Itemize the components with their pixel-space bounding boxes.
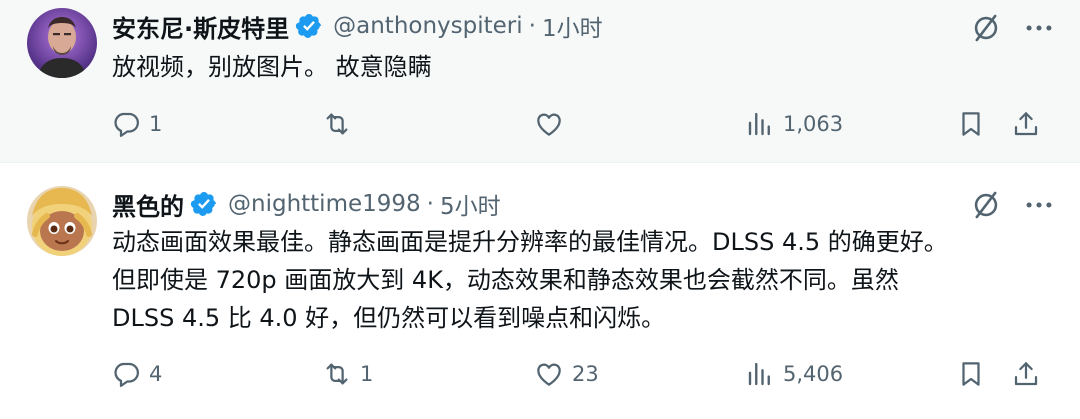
grok-icon[interactable] — [969, 188, 1003, 222]
repost-icon — [322, 109, 352, 139]
author-name[interactable]: 安东尼·斯皮特里 — [112, 9, 289, 44]
post-text-line: 但即使是 720p 画面放大到 4K，动态效果和静态效果也会截然不同。虽然 — [112, 266, 899, 294]
views-count: 1,063 — [783, 112, 844, 136]
reply-icon — [111, 109, 141, 139]
timestamp[interactable]: 1小时 — [542, 9, 603, 43]
views-count: 5,406 — [783, 362, 844, 386]
share-icon — [1011, 109, 1041, 139]
reply-icon — [111, 359, 141, 389]
more-icon[interactable] — [1022, 11, 1056, 45]
like-count: 23 — [572, 362, 599, 386]
post-text: 动态画面效果最佳。静态画面是提升分辨率的最佳情况。DLSS 4.5 的确更好。 … — [112, 223, 948, 337]
views-button[interactable]: 1,063 — [745, 104, 843, 144]
share-button[interactable] — [1011, 104, 1041, 144]
bookmark-button[interactable] — [956, 354, 986, 394]
views-icon — [745, 109, 775, 139]
repost-count: 1 — [360, 362, 374, 386]
repost-button[interactable] — [322, 104, 360, 144]
author-handle[interactable]: @nighttime1998 — [228, 191, 421, 217]
post-text-line: DLSS 4.5 比 4.0 好，但仍然可以看到噪点和闪烁。 — [112, 304, 666, 332]
timestamp[interactable]: 5小时 — [440, 187, 501, 221]
bookmark-icon — [956, 109, 986, 139]
author-handle[interactable]: @anthonyspiteri — [333, 13, 523, 39]
post-text: 放视频，别放图片。 故意隐瞒 — [112, 48, 432, 86]
bookmark-icon — [956, 359, 986, 389]
like-button[interactable]: 23 — [534, 354, 599, 394]
post-2[interactable]: 黑色的 @nighttime1998 · 5小时 动态画面效果最佳。静态画面是提… — [0, 163, 1080, 419]
author-name[interactable]: 黑色的 — [112, 187, 184, 222]
like-button[interactable] — [534, 104, 572, 144]
avatar[interactable] — [27, 186, 97, 256]
post-header: 安东尼·斯皮特里 @anthonyspiteri · 1小时 — [112, 9, 603, 43]
like-icon — [534, 109, 564, 139]
post-1[interactable]: 安东尼·斯皮特里 @anthonyspiteri · 1小时 放视频，别放图片。… — [0, 0, 1080, 163]
reply-count: 1 — [149, 112, 163, 136]
like-icon — [534, 359, 564, 389]
separator: · — [426, 191, 434, 217]
post-text-line: 动态画面效果最佳。静态画面是提升分辨率的最佳情况。DLSS 4.5 的确更好。 — [112, 228, 948, 256]
avatar-image — [27, 8, 97, 78]
separator: · — [528, 13, 536, 39]
views-button[interactable]: 5,406 — [745, 354, 843, 394]
verified-badge-icon — [190, 190, 218, 218]
repost-icon — [322, 359, 352, 389]
grok-icon[interactable] — [969, 11, 1003, 45]
more-icon[interactable] — [1022, 188, 1056, 222]
verified-badge-icon — [295, 12, 323, 40]
action-bar: 4 1 23 5,406 — [0, 354, 1080, 394]
bookmark-button[interactable] — [956, 104, 986, 144]
reply-button[interactable]: 4 — [111, 354, 162, 394]
reply-button[interactable]: 1 — [111, 104, 162, 144]
action-bar: 1 1,063 — [0, 104, 1080, 144]
avatar-image — [27, 186, 97, 256]
views-icon — [745, 359, 775, 389]
share-button[interactable] — [1011, 354, 1041, 394]
post-header: 黑色的 @nighttime1998 · 5小时 — [112, 187, 501, 221]
share-icon — [1011, 359, 1041, 389]
post-text-line: 放视频，别放图片。 故意隐瞒 — [112, 53, 432, 81]
avatar[interactable] — [27, 8, 97, 78]
repost-button[interactable]: 1 — [322, 354, 373, 394]
reply-count: 4 — [149, 362, 163, 386]
